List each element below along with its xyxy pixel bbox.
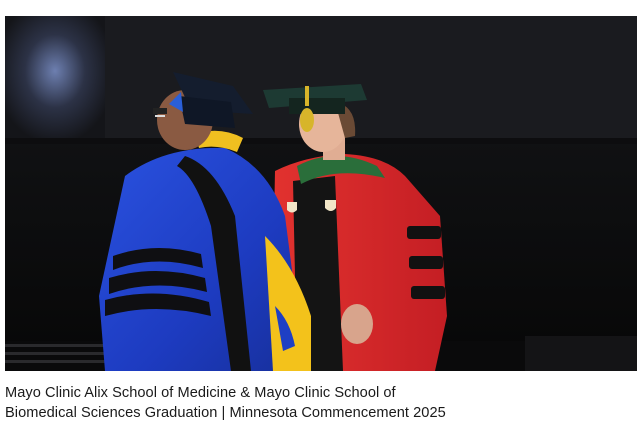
video-title[interactable]: Mayo Clinic Alix School of Medicine & Ma… (5, 383, 635, 423)
background-screen (5, 16, 105, 138)
video-frame (5, 16, 637, 371)
video-title-line2: Biomedical Sciences Graduation | Minneso… (5, 405, 446, 421)
video-title-line1: Mayo Clinic Alix School of Medicine & Ma… (5, 385, 396, 401)
video-player[interactable] (5, 16, 637, 371)
